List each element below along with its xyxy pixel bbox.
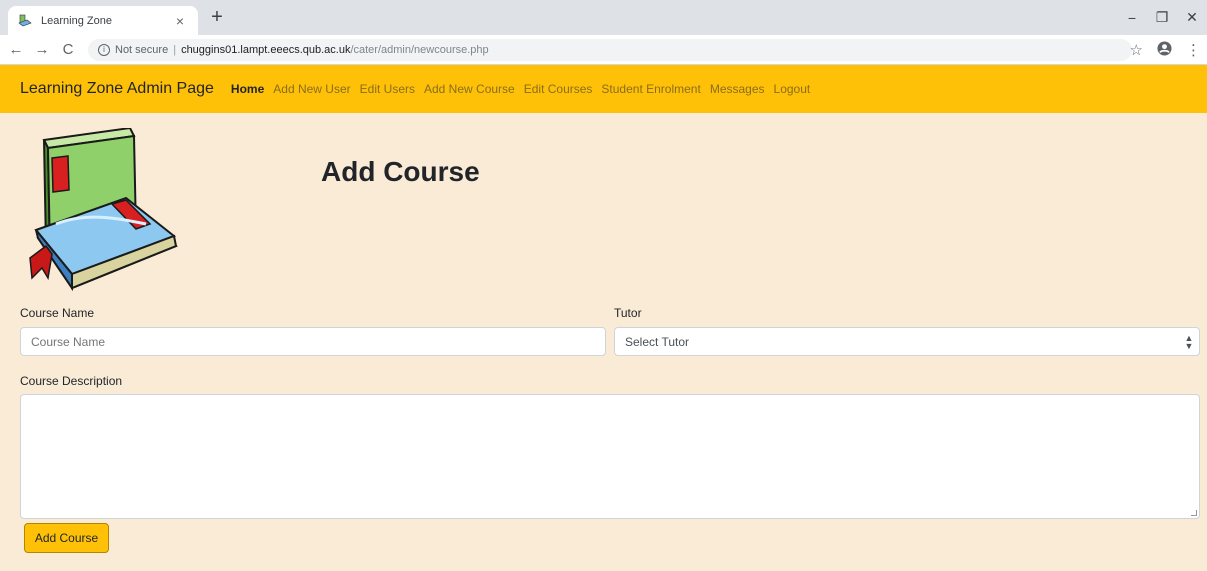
nav-link-student-enrolment[interactable]: Student Enrolment — [601, 82, 700, 96]
security-label: Not secure — [115, 44, 169, 56]
tab-close-icon[interactable]: × — [172, 13, 188, 29]
nav-link-add-new-user[interactable]: Add New User — [273, 82, 350, 96]
favicon-icon — [18, 14, 32, 28]
page-title: Add Course — [321, 156, 480, 187]
restore-icon[interactable]: ❐ — [1147, 0, 1177, 35]
course-name-input[interactable] — [20, 327, 606, 356]
close-window-icon[interactable]: ✕ — [1177, 0, 1207, 35]
url-host: chuggins01.lampt.eeecs.qub.ac.uk — [181, 44, 351, 56]
nav-link-edit-users[interactable]: Edit Users — [360, 82, 415, 96]
nav-link-logout[interactable]: Logout — [774, 82, 811, 96]
browser-tab[interactable]: Learning Zone × — [8, 6, 198, 35]
menu-kebab-icon[interactable]: ⋮ — [1186, 41, 1201, 59]
course-name-label: Course Name — [20, 306, 95, 320]
info-icon[interactable]: i — [98, 44, 110, 56]
tab-title: Learning Zone — [41, 14, 112, 27]
course-description-label: Course Description — [20, 374, 123, 388]
minimize-icon[interactable]: − — [1117, 0, 1147, 35]
nav-link-add-new-course[interactable]: Add New Course — [424, 82, 515, 96]
bookmark-star-icon[interactable]: ☆ — [1130, 41, 1143, 59]
back-icon[interactable]: ← — [6, 41, 26, 58]
forward-icon[interactable]: → — [32, 41, 52, 58]
page-content: Learning Zone Admin Page Home Add New Us… — [0, 65, 1207, 571]
tutor-label: Tutor — [614, 306, 642, 320]
course-description-textarea[interactable] — [20, 394, 1200, 519]
navbar-brand[interactable]: Learning Zone Admin Page — [20, 80, 214, 98]
add-course-button[interactable]: Add Course — [24, 523, 109, 553]
nav-link-messages[interactable]: Messages — [710, 82, 765, 96]
url-separator: | — [173, 44, 177, 56]
toolbar-actions: ☆ ⋮ — [1130, 35, 1201, 65]
reload-icon[interactable]: C — [58, 41, 78, 58]
nav-link-home[interactable]: Home — [231, 82, 264, 96]
nav-link-edit-courses[interactable]: Edit Courses — [524, 82, 593, 96]
tutor-select[interactable]: Select Tutor ▲ ▼ — [614, 327, 1200, 356]
books-icon — [26, 126, 186, 298]
profile-icon[interactable] — [1157, 40, 1172, 60]
resize-grip-icon[interactable] — [1191, 510, 1197, 516]
new-tab-icon[interactable]: + — [206, 7, 228, 29]
select-arrows-icon: ▲ ▼ — [1184, 332, 1194, 351]
window-controls: − ❐ ✕ — [1117, 0, 1207, 35]
tutor-selected-value: Select Tutor — [625, 334, 690, 349]
address-bar[interactable]: i Not secure | chuggins01.lampt.eeecs.qu… — [88, 39, 1132, 61]
url-path: /cater/admin/newcourse.php — [350, 44, 489, 56]
browser-tabstrip: Learning Zone × + − ❐ ✕ — [0, 0, 1207, 35]
navbar: Learning Zone Admin Page Home Add New Us… — [0, 65, 1207, 113]
